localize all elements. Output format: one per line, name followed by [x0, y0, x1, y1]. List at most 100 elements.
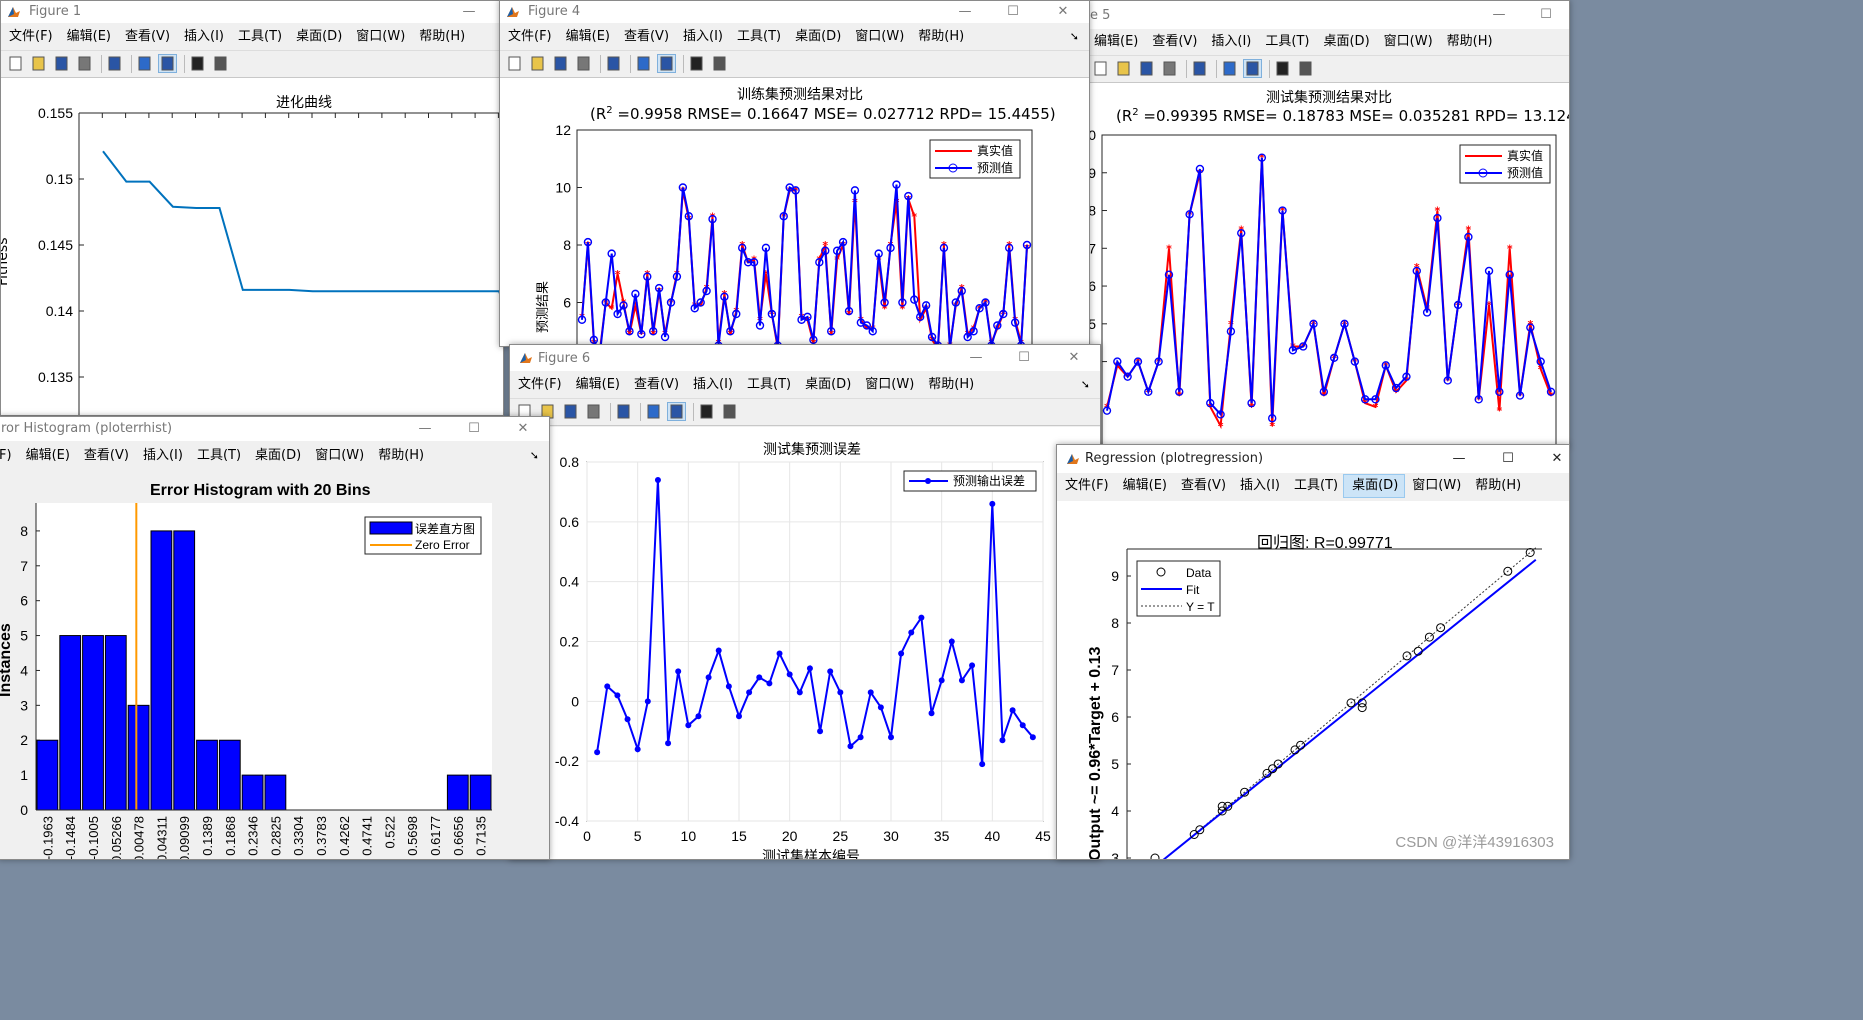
print-icon[interactable]	[76, 55, 93, 72]
menu-help[interactable]: 帮助(H)	[370, 445, 430, 467]
menu-window[interactable]: 窗口(W)	[857, 374, 920, 396]
open-folder-icon[interactable]	[30, 55, 47, 72]
menu-tools[interactable]: 工具(T)	[189, 445, 247, 467]
title-bar[interactable]: Figure 1 —	[1, 1, 503, 23]
legend-icon[interactable]	[667, 402, 686, 421]
close-button[interactable]: ✕	[500, 418, 546, 440]
menu-view[interactable]: 查看(V)	[1173, 475, 1232, 497]
colorbar-icon[interactable]	[645, 403, 662, 420]
menu-window[interactable]: 窗口(W)	[348, 26, 411, 48]
minimize-button[interactable]: —	[1476, 4, 1522, 26]
print-icon[interactable]	[575, 55, 592, 72]
menu-tools[interactable]: 工具(T)	[1286, 475, 1344, 497]
menu-file[interactable]: 文件(F)	[1057, 475, 1115, 497]
minimize-button[interactable]: —	[953, 347, 999, 369]
menu-file[interactable]: 文件(F)	[500, 26, 558, 48]
minimize-button[interactable]: —	[1436, 448, 1482, 470]
pointer-icon[interactable]	[688, 55, 705, 72]
print-icon[interactable]	[1161, 60, 1178, 77]
minimize-button[interactable]: —	[402, 418, 448, 440]
title-bar[interactable]: Figure 4 — ☐ ✕	[500, 1, 1089, 23]
pointer-icon[interactable]	[698, 403, 715, 420]
menu-desktop[interactable]: 桌面(D)	[787, 26, 847, 48]
property-editor-icon[interactable]	[721, 403, 738, 420]
open-folder-icon[interactable]	[1115, 60, 1132, 77]
dock-arrow-icon[interactable]: ➘	[1062, 26, 1085, 48]
close-button[interactable]: ✕	[1051, 347, 1097, 369]
dock-arrow-icon[interactable]: ➘	[522, 445, 545, 467]
menu-desktop[interactable]: 桌面(D)	[288, 26, 348, 48]
menu-insert[interactable]: 插入(I)	[1203, 31, 1257, 53]
menu-help[interactable]: 帮助(H)	[920, 374, 980, 396]
menu-desktop[interactable]: 桌面(D)	[1315, 31, 1375, 53]
maximize-button[interactable]: ☐	[1523, 4, 1569, 26]
menu-edit[interactable]: 编辑(E)	[558, 26, 616, 48]
menu-window[interactable]: 窗口(W)	[1404, 475, 1467, 497]
legend-icon[interactable]	[657, 54, 676, 73]
menu-view[interactable]: 查看(V)	[626, 374, 685, 396]
menu-view[interactable]: 查看(V)	[1144, 31, 1203, 53]
link-plot-icon[interactable]	[1191, 60, 1208, 77]
menu-tools[interactable]: 工具(T)	[729, 26, 787, 48]
link-plot-icon[interactable]	[615, 403, 632, 420]
menu-tools[interactable]: 工具(T)	[739, 374, 797, 396]
menu-window[interactable]: 窗口(W)	[847, 26, 910, 48]
menu-edit[interactable]: 编辑(E)	[1086, 31, 1144, 53]
menu-tools[interactable]: 工具(T)	[1257, 31, 1315, 53]
menu-desktop[interactable]: 桌面(D)	[797, 374, 857, 396]
menu-desktop[interactable]: 桌面(D)	[247, 445, 307, 467]
new-file-icon[interactable]	[7, 55, 24, 72]
property-editor-icon[interactable]	[212, 55, 229, 72]
minimize-button[interactable]: —	[446, 1, 492, 23]
property-editor-icon[interactable]	[1297, 60, 1314, 77]
maximize-button[interactable]: ☐	[1485, 448, 1531, 470]
maximize-button[interactable]: ☐	[1001, 347, 1047, 369]
menu-edit[interactable]: 编辑(E)	[568, 374, 626, 396]
title-bar[interactable]: Figure 6 — ☐ ✕	[510, 345, 1100, 371]
menu-view[interactable]: 查看(V)	[616, 26, 675, 48]
title-bar[interactable]: ror Histogram (ploterrhist) — ☐ ✕	[0, 417, 549, 441]
new-file-icon[interactable]	[1092, 60, 1109, 77]
pointer-icon[interactable]	[189, 55, 206, 72]
menu-view[interactable]: 查看(V)	[117, 26, 176, 48]
close-button[interactable]: ✕	[1040, 1, 1086, 23]
menu-help[interactable]: 帮助(H)	[1467, 475, 1527, 497]
menu-insert[interactable]: 插入(I)	[675, 26, 729, 48]
menu-help[interactable]: 帮助(H)	[1439, 31, 1499, 53]
menu-file[interactable]: 文件(F)	[1, 26, 59, 48]
link-plot-icon[interactable]	[106, 55, 123, 72]
colorbar-icon[interactable]	[1221, 60, 1238, 77]
colorbar-icon[interactable]	[136, 55, 153, 72]
new-file-icon[interactable]	[506, 55, 523, 72]
colorbar-icon[interactable]	[635, 55, 652, 72]
dock-arrow-icon[interactable]: ➘	[1073, 374, 1096, 396]
open-folder-icon[interactable]	[529, 55, 546, 72]
menu-insert[interactable]: 插入(I)	[135, 445, 189, 467]
menu-tools[interactable]: 工具(T)	[230, 26, 288, 48]
menu-edit[interactable]: 编辑(E)	[18, 445, 76, 467]
legend-icon[interactable]	[1243, 59, 1262, 78]
minimize-button[interactable]: —	[942, 1, 988, 23]
legend-icon[interactable]	[158, 54, 177, 73]
save-icon[interactable]	[562, 403, 579, 420]
menu-edit[interactable]: 编辑(E)	[59, 26, 117, 48]
menu-window[interactable]: 窗口(W)	[1376, 31, 1439, 53]
menu-insert[interactable]: 插入(I)	[685, 374, 739, 396]
link-plot-icon[interactable]	[605, 55, 622, 72]
save-icon[interactable]	[1138, 60, 1155, 77]
menu-insert[interactable]: 插入(I)	[1232, 475, 1286, 497]
menu-window[interactable]: 窗口(W)	[307, 445, 370, 467]
menu-edit[interactable]: 编辑(E)	[1115, 475, 1173, 497]
menu-help[interactable]: 帮助(H)	[910, 26, 970, 48]
menu-insert[interactable]: 插入(I)	[176, 26, 230, 48]
menu-help[interactable]: 帮助(H)	[411, 26, 471, 48]
title-bar[interactable]: Regression (plotregression) — ☐ ✕	[1057, 445, 1569, 473]
menu-file-partial[interactable]: F)	[0, 445, 18, 467]
save-icon[interactable]	[552, 55, 569, 72]
maximize-button[interactable]: ☐	[990, 1, 1036, 23]
maximize-button[interactable]: ☐	[451, 418, 497, 440]
menu-file[interactable]: 文件(F)	[510, 374, 568, 396]
title-bar[interactable]: e 5 — ☐	[1086, 1, 1569, 29]
print-icon[interactable]	[585, 403, 602, 420]
menu-view[interactable]: 查看(V)	[76, 445, 135, 467]
